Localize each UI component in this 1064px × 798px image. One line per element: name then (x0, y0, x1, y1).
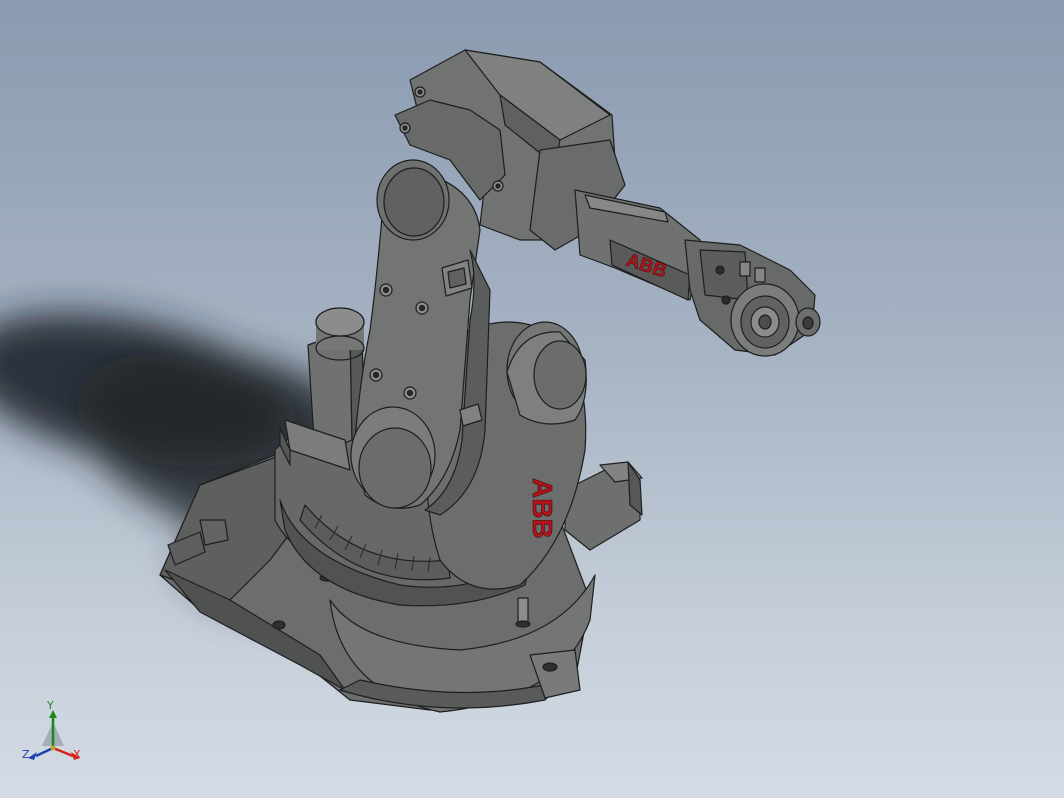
lower-arm[interactable] (350, 159, 491, 516)
triad-y-label: Y (47, 699, 54, 712)
wrist-assembly[interactable] (684, 239, 821, 357)
forearm-tube[interactable]: ABB (574, 189, 701, 301)
triad-x-label: X (73, 748, 81, 761)
triad-graphic (28, 710, 80, 760)
base-abb-logo: ABB (527, 478, 558, 539)
view-orientation-triad[interactable]: Y X Z (18, 699, 88, 772)
graphics-viewport[interactable]: ABB ABB Y X Z (0, 0, 1064, 798)
robot-model[interactable]: ABB ABB (0, 0, 1064, 798)
triad-z-label: Z (22, 748, 30, 761)
